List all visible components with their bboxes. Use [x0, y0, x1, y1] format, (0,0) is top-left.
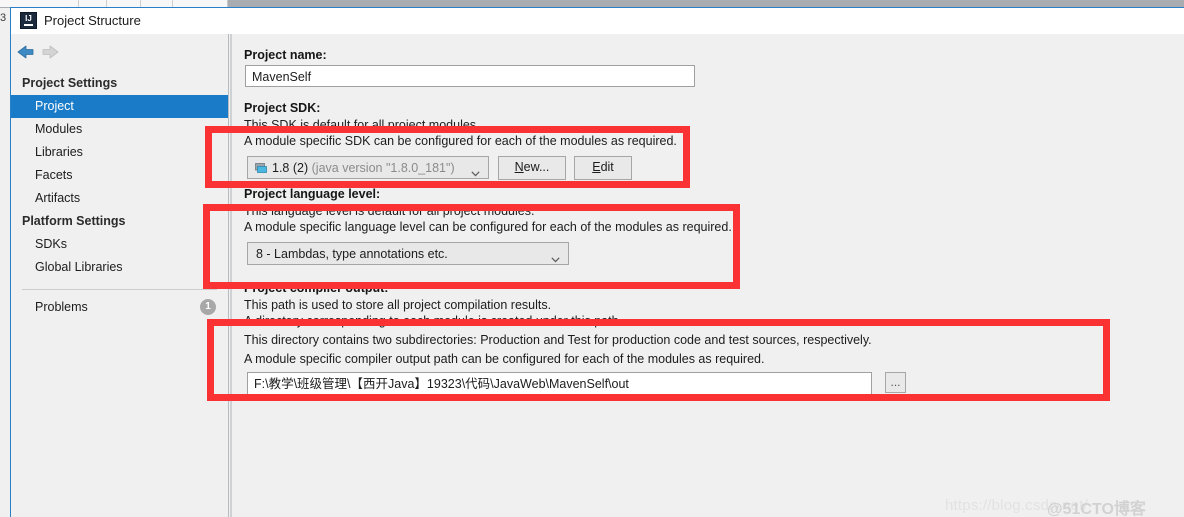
sidebar-item-modules[interactable]: Modules — [11, 118, 228, 141]
compiler-output-desc-3: This directory contains two subdirectori… — [244, 333, 872, 347]
settings-sidebar: Project Settings Project Modules Librari… — [11, 34, 229, 517]
51cto-watermark: @51CTO博客 — [1047, 501, 1146, 517]
app-icon-letters: IJ — [25, 14, 32, 23]
arrow-left-icon[interactable] — [15, 42, 37, 62]
project-settings-panel: Project name: MavenSelf Project SDK: Thi… — [230, 34, 1184, 517]
new-button-mnemonic: N — [514, 160, 524, 174]
sidebar-item-sdks[interactable]: SDKs — [11, 233, 228, 256]
background-tab-divider — [140, 0, 141, 7]
compiler-output-desc-4: A module specific compiler output path c… — [244, 352, 765, 366]
new-sdk-button[interactable]: New... — [498, 156, 566, 180]
sidebar-item-artifacts[interactable]: Artifacts — [11, 187, 228, 210]
sidebar-item-libraries[interactable]: Libraries — [11, 141, 228, 164]
project-name-input[interactable]: MavenSelf — [245, 65, 695, 87]
ellipsis-browse-icon[interactable]: ... — [885, 372, 906, 393]
background-toolbar-strip — [0, 0, 228, 7]
sidebar-group-project-settings: Project Settings — [22, 76, 118, 90]
edge-leftover-character: 3 — [0, 12, 7, 24]
sidebar-item-global-libraries[interactable]: Global Libraries — [11, 256, 228, 279]
compiler-output-desc-1: This path is used to store all project c… — [244, 298, 552, 312]
language-level-label: Project language level: — [244, 187, 381, 201]
language-level-desc-2: A module specific language level can be … — [244, 220, 732, 234]
language-level-combobox[interactable]: 8 - Lambdas, type annotations etc. — [247, 242, 569, 265]
sdk-module-icon — [255, 162, 268, 173]
project-sdk-combobox[interactable]: 1.8 (2) (java version "1.8.0_181") — [247, 156, 489, 179]
project-name-label: Project name: — [244, 48, 327, 62]
chevron-down-icon — [551, 251, 560, 262]
sidebar-item-project[interactable]: Project — [11, 95, 228, 118]
app-icon-bar — [24, 24, 33, 26]
compiler-output-label: Project compiler output: — [244, 281, 389, 295]
project-sdk-desc-1: This SDK is default for all project modu… — [244, 118, 480, 132]
background-tab-divider — [172, 0, 173, 7]
sidebar-item-facets[interactable]: Facets — [11, 164, 228, 187]
project-structure-dialog: IJ Project Structure Project Settings Pr… — [10, 7, 1184, 517]
new-button-rest: ew... — [523, 160, 550, 174]
chevron-down-icon — [471, 165, 480, 176]
content-divider — [230, 34, 232, 517]
compiler-output-path-input[interactable]: F:\教学\班级管理\【西开Java】19323\代码\JavaWeb\Mave… — [247, 372, 872, 395]
project-sdk-desc-2: A module specific SDK can be configured … — [244, 134, 677, 148]
sidebar-item-problems[interactable]: Problems 1 — [11, 296, 228, 319]
language-level-desc-1: This language level is default for all p… — [244, 204, 535, 218]
background-tab-divider — [78, 0, 79, 7]
screenshot-root: 3 IJ Project Structure Project Settings … — [0, 0, 1184, 517]
project-sdk-version: 1.8 (2) — [272, 161, 309, 175]
edit-button-rest: dit — [600, 160, 614, 174]
edit-sdk-button[interactable]: Edit — [574, 156, 632, 180]
project-sdk-value: 1.8 (2) (java version "1.8.0_181") — [272, 160, 462, 176]
navigation-arrows — [11, 40, 228, 66]
sidebar-item-label: Problems — [35, 300, 88, 314]
intellij-idea-icon: IJ — [20, 12, 37, 29]
background-tab-divider — [106, 0, 107, 7]
arrow-right-icon — [39, 42, 61, 62]
dialog-title: Project Structure — [44, 13, 141, 28]
project-sdk-java-version: (java version "1.8.0_181") — [311, 161, 455, 175]
project-sdk-label: Project SDK: — [244, 101, 321, 115]
sidebar-divider — [22, 289, 217, 290]
language-level-value: 8 - Lambdas, type annotations etc. — [256, 247, 448, 261]
edit-button-mnemonic: E — [592, 160, 601, 174]
sidebar-group-platform-settings: Platform Settings — [22, 214, 126, 228]
compiler-output-desc-2: A directory corresponding to each module… — [244, 314, 622, 328]
problems-count-badge: 1 — [200, 299, 216, 315]
dialog-titlebar: IJ Project Structure — [11, 8, 1184, 34]
settings-nav-list: Project Settings Project Modules Librari… — [11, 72, 228, 319]
